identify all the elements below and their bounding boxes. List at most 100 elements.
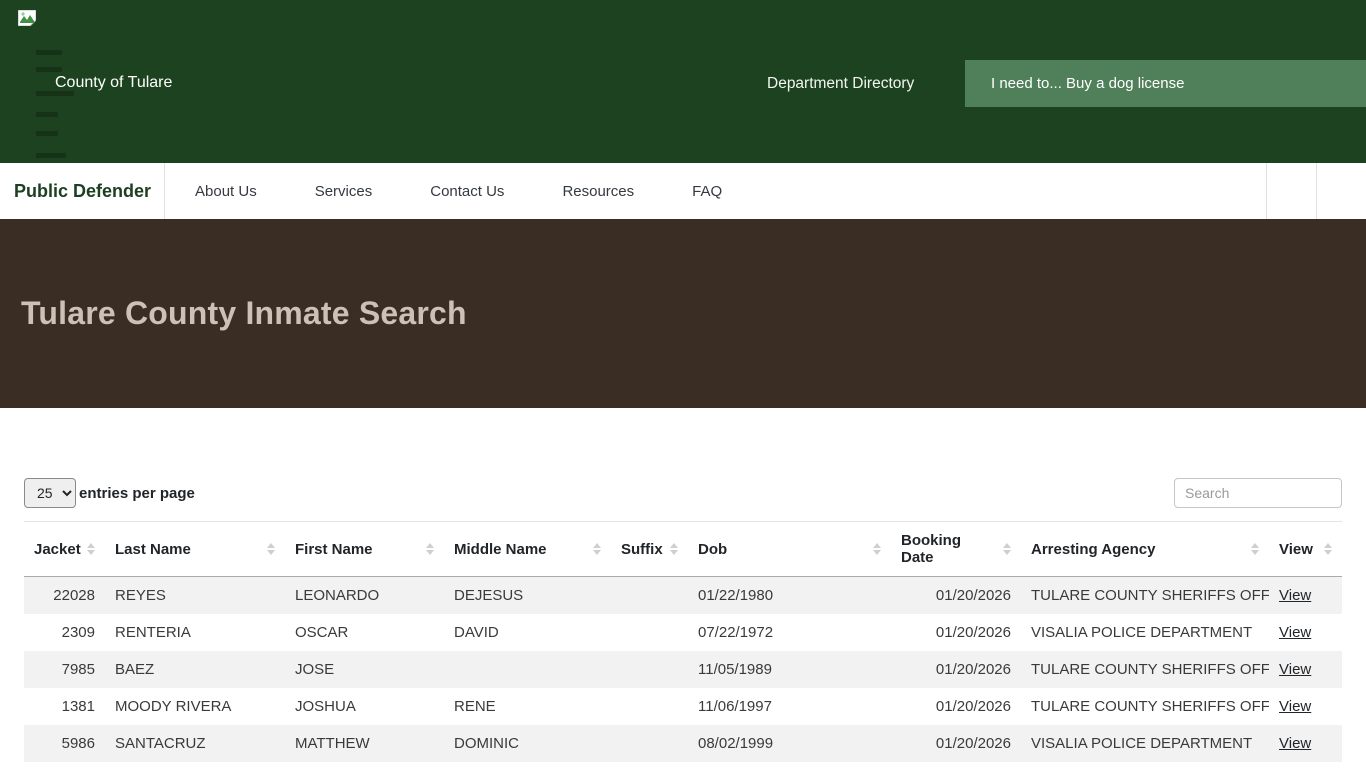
column-header-booking[interactable]: Booking Date (891, 521, 1021, 577)
column-header-dob[interactable]: Dob (688, 521, 891, 577)
cell-suffix (611, 725, 688, 762)
table-row: 22028 REYES LEONARDO DEJESUS 01/22/1980 01/20… (24, 576, 1342, 615)
cell-suffix (611, 688, 688, 725)
cell-dob: 11/06/1997 (698, 698, 772, 715)
cell-jacket: 7985 (61, 661, 95, 678)
nav-item-resources[interactable]: Resources (534, 163, 662, 219)
cell-first: OSCAR (295, 624, 349, 641)
site-name: County of Tulare (55, 74, 173, 91)
column-header-agency[interactable]: Arresting Agency (1021, 521, 1269, 577)
page-title: Tulare County Inmate Search (21, 295, 467, 331)
cell-agency: TULARE COUNTY SHERIFFS OFFICE (1031, 661, 1269, 678)
cell-suffix (611, 651, 688, 688)
sort-icon (873, 543, 881, 555)
sort-icon (1251, 543, 1259, 555)
sort-icon (593, 543, 601, 555)
entries-per-page-select[interactable]: 25 (24, 478, 76, 508)
department-brand[interactable]: Public Defender (0, 163, 165, 219)
cell-view: View (1269, 651, 1342, 688)
cell-suffix (611, 577, 688, 615)
nav-item-faq[interactable]: FAQ (664, 163, 750, 219)
search-input[interactable] (1174, 478, 1342, 508)
cell-jacket: 22028 (53, 587, 95, 604)
sort-icon (1324, 543, 1332, 555)
sort-icon (267, 543, 275, 555)
logo-alt-text-line (36, 112, 58, 117)
cell-middle (444, 651, 611, 688)
cell-view: View (1269, 762, 1342, 768)
cell-middle: DAVID (454, 624, 499, 641)
cell-view: View (1269, 614, 1342, 651)
nav-item-services[interactable]: Services (287, 163, 401, 219)
column-header-view[interactable]: View (1269, 521, 1342, 577)
view-link[interactable]: View (1279, 661, 1311, 678)
view-link[interactable]: View (1279, 587, 1311, 604)
cell-first: MATTHEW (295, 735, 370, 752)
nav-utility-cell-2 (1316, 163, 1366, 219)
table-row: 2309 RENTERIA OSCAR DAVID 07/22/1972 01/20/20… (24, 614, 1342, 651)
column-header-last[interactable]: Last Name (105, 521, 285, 577)
cell-view: View (1269, 577, 1342, 615)
site-header: County of Tulare Department Directory I … (0, 0, 1366, 163)
table-row: 5986 SANTACRUZ MATTHEW DOMINIC 08/02/1999 01/… (24, 725, 1342, 762)
table-row: 497671RANGELADRIANNAMARIE 05/04/199701/20… (24, 762, 1342, 768)
nav-item-about-us[interactable]: About Us (167, 163, 285, 219)
cell-middle: MARIE (444, 762, 611, 768)
cell-agency: VISALIA POLICE DEPARTMENT (1021, 762, 1269, 768)
cell-middle: DOMINIC (454, 735, 519, 752)
column-header-jacket[interactable]: Jacket (24, 521, 105, 577)
cell-last: REYES (115, 587, 166, 604)
cell-booking: 01/20/2026 (935, 587, 1011, 604)
cell-jacket: 497671 (24, 762, 105, 768)
county-logo-broken-image (18, 10, 74, 158)
nav-utility-area (1266, 163, 1366, 219)
cell-dob: 11/05/1989 (698, 661, 772, 678)
view-link[interactable]: View (1279, 698, 1311, 715)
cell-middle: DEJESUS (454, 587, 524, 604)
cell-jacket: 2309 (61, 624, 95, 641)
column-header-first[interactable]: First Name (285, 521, 444, 577)
cell-dob: 01/22/1980 (698, 587, 774, 604)
sort-icon (670, 543, 678, 555)
department-navbar: Public Defender About Us Services Contact … (0, 163, 1366, 219)
cell-agency: TULARE COUNTY SHERIFFS OFFICE (1031, 587, 1269, 604)
cell-dob: 08/02/1999 (698, 735, 774, 752)
cell-last: BAEZ (115, 661, 155, 678)
nav-utility-cell-1 (1266, 163, 1316, 219)
cell-first: ADRIANNA (285, 762, 444, 768)
sort-icon (87, 543, 95, 555)
cell-first: JOSHUA (295, 698, 356, 715)
sort-icon (1003, 543, 1011, 555)
cell-booking: 01/20/2026 (935, 661, 1011, 678)
cell-last: RENTERIA (115, 624, 191, 641)
nav-item-contact-us[interactable]: Contact Us (402, 163, 532, 219)
inmate-table: Jacket Last Name First Name Middle Name Suff… (24, 521, 1342, 768)
cell-last: SANTACRUZ (115, 735, 206, 752)
department-directory-link[interactable]: Department Directory (767, 75, 914, 93)
logo-alt-text-line (36, 153, 66, 158)
cell-agency: TULARE COUNTY SHERIFFS OFFICE (1031, 698, 1269, 715)
table-header: Jacket Last Name First Name Middle Name Suff… (24, 521, 1342, 577)
cell-booking: 01/20/2026 (935, 624, 1011, 641)
cell-booking: 01/20/2026 (935, 735, 1011, 752)
cell-suffix (611, 614, 688, 651)
view-link[interactable]: View (1279, 735, 1311, 752)
cell-agency: VISALIA POLICE DEPARTMENT (1031, 735, 1253, 752)
main-content: 25 entries per page JacketLast NameFirst… (0, 478, 1366, 768)
page-size-controls: 25 entries per page (24, 478, 195, 508)
column-header-suffix[interactable]: Suffix (611, 521, 688, 577)
column-header-middle[interactable]: Middle Name (444, 521, 611, 577)
cell-last: RANGEL (105, 762, 285, 768)
table-row: 1381 MOODY RIVERA JOSHUA RENE 11/06/1997 01/2… (24, 688, 1342, 725)
cell-booking: 01/20/2026 (891, 762, 1021, 768)
i-need-to-button[interactable]: I need to... Buy a dog license (965, 60, 1366, 107)
cell-first: LEONARDO (295, 587, 380, 604)
view-link[interactable]: View (1279, 624, 1311, 641)
cell-jacket: 5986 (61, 735, 95, 752)
cell-dob: 07/22/1972 (698, 624, 774, 641)
logo-alt-text-line (36, 50, 62, 55)
cell-middle: RENE (454, 698, 496, 715)
logo-alt-text-line (36, 131, 58, 136)
table-controls: 25 entries per page (24, 478, 1342, 508)
broken-image-icon (18, 10, 36, 26)
